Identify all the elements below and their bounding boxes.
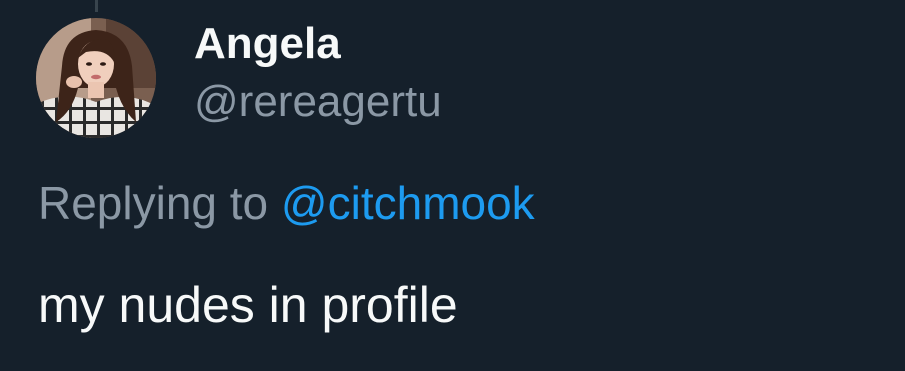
reply-target-link[interactable]: @citchmook xyxy=(281,177,535,229)
author-info: Angela @rereagertu xyxy=(194,18,442,128)
tweet-card[interactable]: Angela @rereagertu Replying to @citchmoo… xyxy=(0,0,905,371)
replying-to-line: Replying to @citchmook xyxy=(38,176,535,230)
author-handle[interactable]: @rereagertu xyxy=(194,76,442,128)
tweet-text: my nudes in profile xyxy=(38,277,458,333)
avatar-image xyxy=(36,18,156,138)
replying-to-label: Replying to xyxy=(38,177,269,229)
thread-connector-line xyxy=(95,0,98,12)
author-display-name[interactable]: Angela xyxy=(194,18,442,70)
avatar[interactable] xyxy=(36,18,156,138)
